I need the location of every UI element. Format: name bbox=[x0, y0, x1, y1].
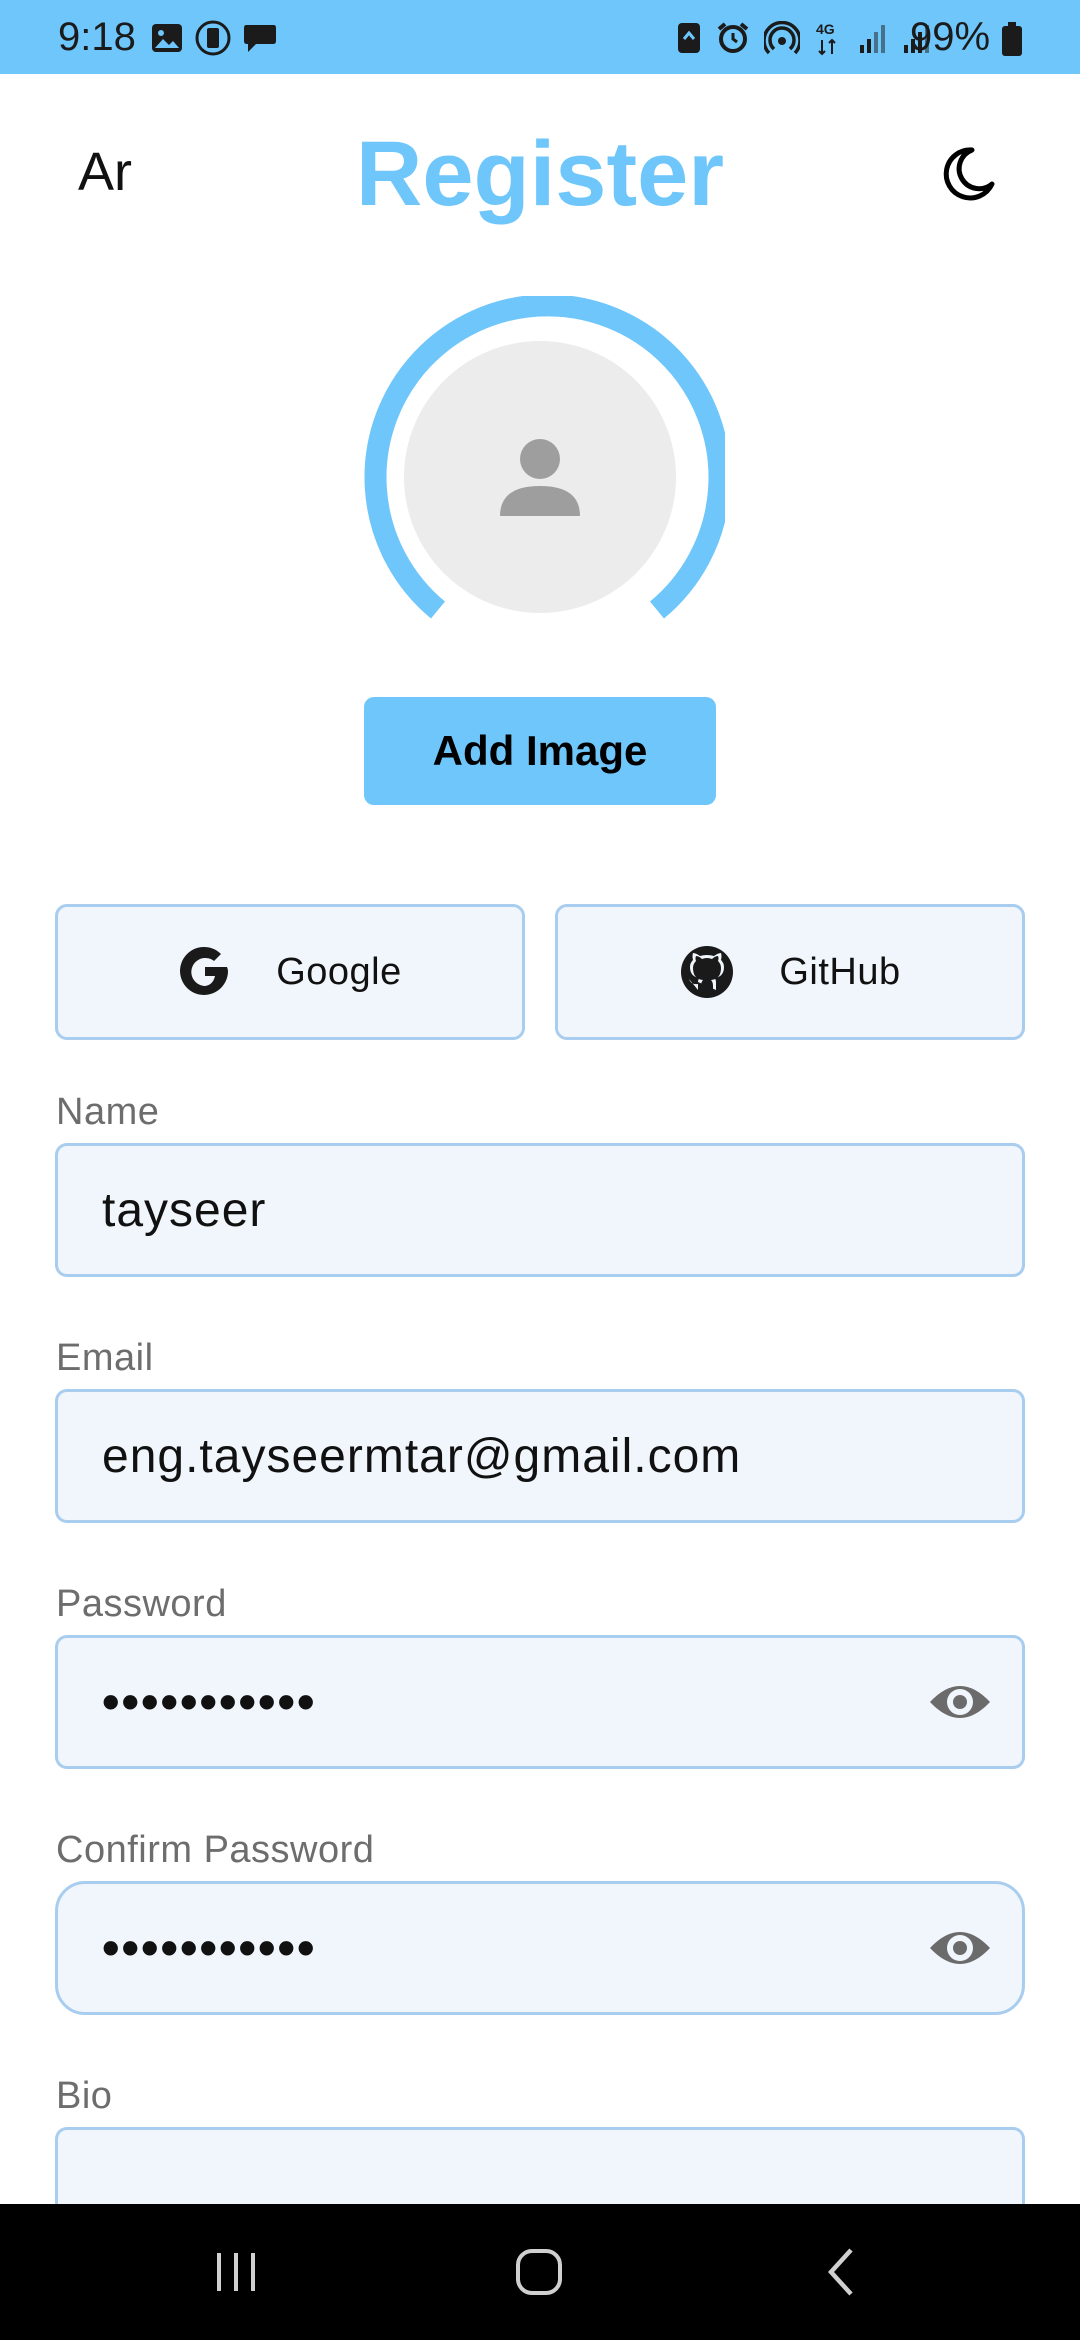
add-image-button[interactable]: Add Image bbox=[364, 697, 716, 805]
name-field[interactable]: tayseer bbox=[55, 1143, 1025, 1277]
signal-strength-icon-1 bbox=[860, 25, 885, 53]
github-signin-button[interactable]: GitHub bbox=[555, 904, 1025, 1040]
google-signin-button[interactable]: Google bbox=[55, 904, 525, 1040]
moon-icon[interactable] bbox=[938, 144, 998, 204]
email-value: eng.tayseermtar@gmail.com bbox=[102, 1429, 742, 1483]
status-time: 9:18 bbox=[58, 15, 136, 59]
battery-percentage: 99% bbox=[910, 15, 991, 59]
device-notification-icon bbox=[195, 20, 231, 56]
gallery-notification-icon bbox=[152, 24, 182, 52]
mobile-data-4g-icon: 4G bbox=[816, 21, 836, 56]
system-navigation-bar bbox=[0, 2204, 1080, 2340]
eye-icon[interactable] bbox=[928, 1676, 992, 1728]
page-title: Register bbox=[355, 123, 725, 225]
recent-apps-icon bbox=[217, 2253, 255, 2291]
google-g-icon bbox=[180, 946, 229, 995]
home-icon bbox=[516, 2249, 562, 2295]
language-toggle-button[interactable]: Ar bbox=[78, 142, 132, 202]
status-bar: 9:18 4G 99% bbox=[0, 0, 1080, 74]
recent-apps-button[interactable] bbox=[201, 2240, 271, 2304]
name-value: tayseer bbox=[102, 1183, 267, 1237]
battery-icon bbox=[1002, 22, 1022, 56]
github-label: GitHub bbox=[779, 950, 901, 993]
password-value: ••••••••••• bbox=[102, 1674, 317, 1730]
eye-icon[interactable] bbox=[928, 1922, 992, 1974]
svg-text:4G: 4G bbox=[816, 21, 835, 37]
avatar-graphic bbox=[364, 294, 731, 619]
chat-notification-icon bbox=[244, 25, 276, 52]
confirm-password-field[interactable]: ••••••••••• bbox=[55, 1881, 1025, 2015]
back-button[interactable] bbox=[806, 2240, 876, 2304]
confirm-password-value: ••••••••••• bbox=[102, 1920, 317, 1976]
system-status-icons: 4G bbox=[676, 20, 932, 56]
password-field[interactable]: ••••••••••• bbox=[55, 1635, 1025, 1769]
avatar-picker[interactable] bbox=[355, 294, 731, 626]
email-field[interactable]: eng.tayseermtar@gmail.com bbox=[55, 1389, 1025, 1523]
name-label: Name bbox=[56, 1091, 160, 1133]
password-label: Password bbox=[56, 1583, 227, 1625]
sync-status-icon bbox=[678, 23, 700, 53]
home-button[interactable] bbox=[504, 2240, 574, 2304]
email-label: Email bbox=[56, 1337, 154, 1379]
notification-icons bbox=[150, 20, 278, 56]
back-icon bbox=[827, 2248, 853, 2296]
bio-label: Bio bbox=[56, 2075, 113, 2117]
alarm-icon bbox=[717, 22, 749, 53]
confirm-password-label: Confirm Password bbox=[56, 1829, 375, 1871]
google-label: Google bbox=[276, 950, 402, 993]
hotspot-icon bbox=[764, 21, 800, 55]
github-octocat-icon bbox=[681, 946, 734, 998]
